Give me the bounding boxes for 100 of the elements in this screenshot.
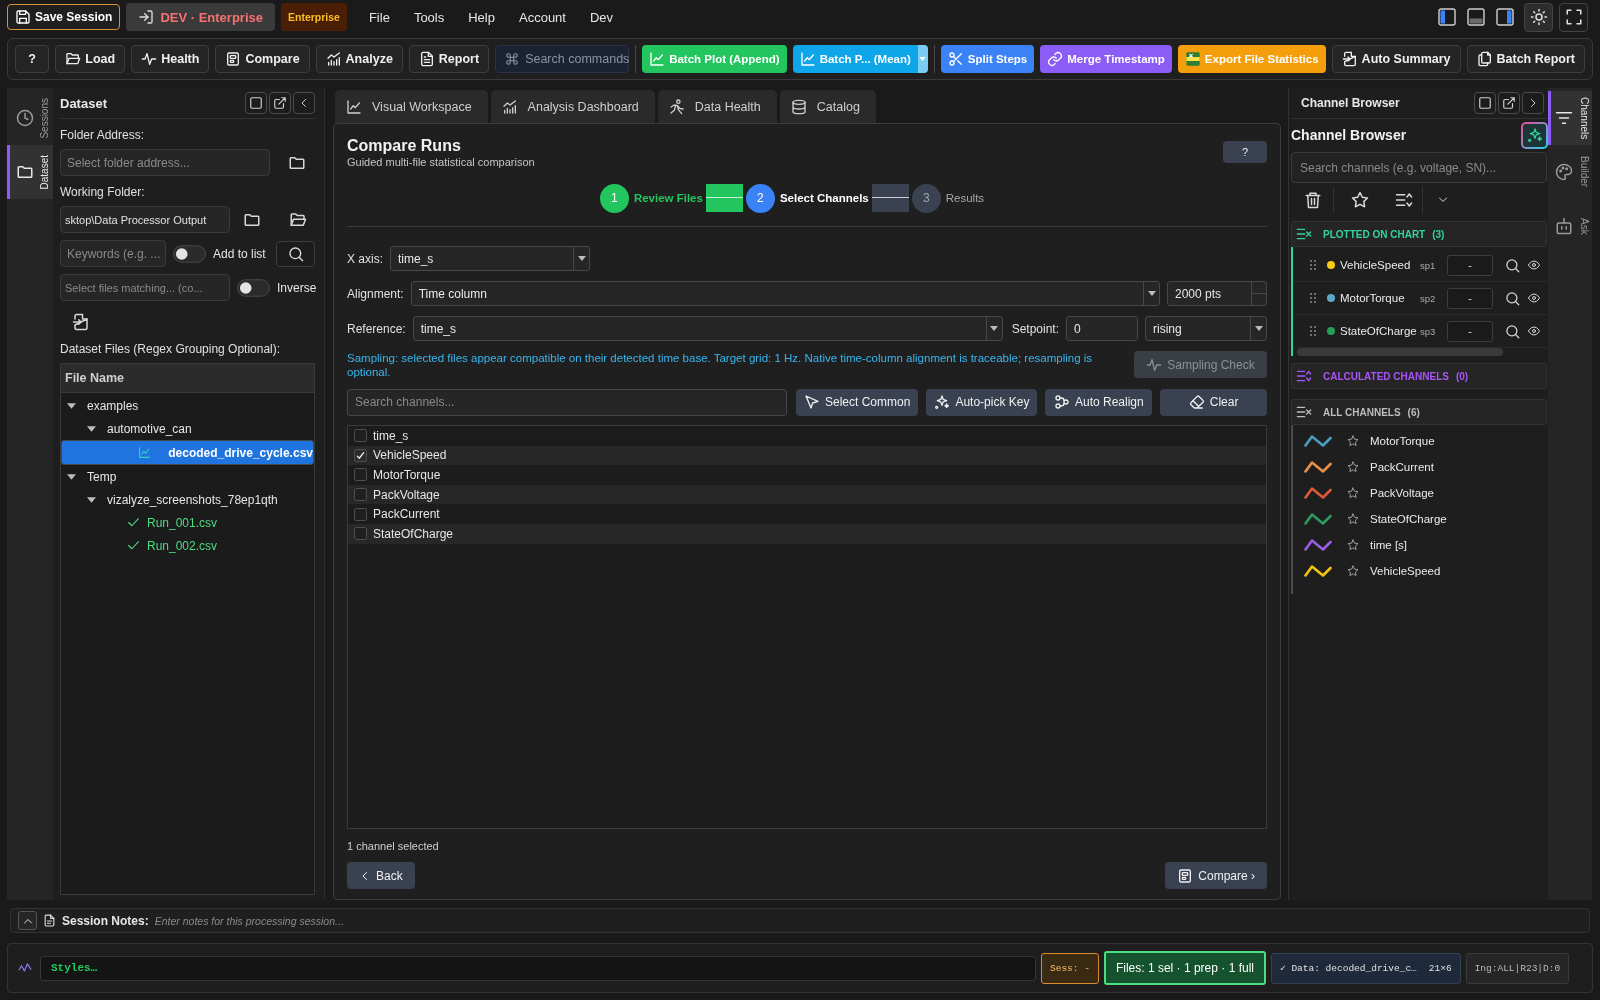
fullscreen-button[interactable]	[1559, 2, 1588, 32]
tab[interactable]: Analysis Dashboard	[490, 90, 655, 123]
menu-item[interactable]: File	[356, 4, 402, 30]
maximize-button[interactable]	[1474, 92, 1496, 114]
star-icon[interactable]	[1347, 565, 1359, 577]
checkbox[interactable]	[354, 468, 367, 482]
action-button[interactable]: Select Common	[796, 388, 919, 416]
command-search-field[interactable]: Search commands	[495, 45, 630, 73]
open-folder-button[interactable]	[289, 210, 307, 229]
help-button[interactable]: ?	[1223, 141, 1267, 163]
pop-out-button[interactable]	[269, 92, 291, 114]
star-icon[interactable]	[1347, 513, 1359, 525]
value-field[interactable]: -	[1447, 287, 1493, 309]
file-filter-field[interactable]: Select files matching... (co...	[60, 274, 230, 301]
tab[interactable]: Visual Workspace	[335, 90, 488, 123]
toolbar-button[interactable]: Batch Report	[1466, 45, 1585, 73]
save-session-button[interactable]: Save Session	[7, 4, 121, 30]
visibility-button[interactable]	[1527, 292, 1541, 304]
caret-icon[interactable]	[67, 473, 76, 480]
caret-icon[interactable]	[67, 402, 76, 409]
value-field[interactable]: -	[1447, 320, 1493, 342]
file-tree-item[interactable]: Run_001.csv	[61, 511, 314, 534]
menu-item[interactable]: Dev	[577, 4, 626, 30]
star-icon[interactable]	[1347, 487, 1359, 499]
activity-tab[interactable]: Builder	[1548, 145, 1592, 199]
bottom-panel-toggle[interactable]	[1467, 8, 1485, 26]
visibility-button[interactable]	[1527, 259, 1541, 271]
caret-icon[interactable]	[87, 425, 96, 432]
channel-search-field[interactable]: Search channels (e.g. voltage, SN)...	[1291, 152, 1547, 183]
setpoint-field[interactable]: 0	[1066, 316, 1138, 341]
file-tree-item[interactable]: examples	[61, 394, 314, 417]
action-button[interactable]: Clear	[1160, 388, 1267, 416]
alignment-select[interactable]: Time column	[410, 281, 1160, 306]
edge-select[interactable]: rising	[1145, 316, 1267, 341]
import-button[interactable]	[72, 313, 90, 331]
working-folder-field[interactable]: sktop\Data Processor Output	[60, 206, 230, 233]
activity-tab[interactable]: Channels	[1548, 91, 1592, 145]
toggle-switch[interactable]	[237, 278, 270, 297]
activity-tab[interactable]: Dataset	[7, 145, 53, 199]
menu-item[interactable]: Tools	[401, 4, 457, 30]
toolbar-button[interactable]: Report	[408, 45, 490, 73]
reference-select[interactable]: time_s	[412, 316, 1003, 341]
menu-item[interactable]: Account	[507, 4, 578, 30]
activity-tab[interactable]: Ask	[1548, 199, 1592, 253]
star-icon[interactable]	[1347, 539, 1359, 551]
file-tree-item[interactable]: Temp	[61, 465, 314, 488]
pop-out-button[interactable]	[1498, 92, 1520, 114]
star-icon[interactable]	[1347, 461, 1359, 473]
section-header[interactable]: ALL CHANNELS (6)	[1291, 399, 1547, 425]
search-button[interactable]	[276, 240, 315, 267]
checkbox[interactable]	[354, 507, 367, 521]
file-tree-item[interactable]: decoded_drive_cycle.csv	[61, 440, 314, 465]
visibility-button[interactable]	[1527, 325, 1541, 337]
folder-address-field[interactable]: Select folder address...	[60, 149, 270, 176]
checkbox[interactable]	[354, 488, 367, 502]
toolbar-button[interactable]: Merge Timestamp	[1040, 45, 1172, 73]
dropdown-button[interactable]	[917, 45, 928, 73]
toolbar-button[interactable]: Compare	[215, 45, 310, 73]
tab[interactable]: Catalog	[779, 90, 876, 123]
points-spinbox[interactable]: 2000 pts	[1167, 281, 1267, 306]
toolbar-button[interactable]: Health	[131, 45, 210, 73]
maximize-button[interactable]	[245, 92, 267, 114]
action-button[interactable]: Auto-pick Key	[926, 388, 1038, 416]
drag-handle-icon	[1307, 292, 1319, 304]
section-header[interactable]: CALCULATED CHANNELS (0)	[1291, 363, 1547, 389]
checkbox[interactable]	[354, 429, 367, 443]
section-header[interactable]: PLOTTED ON CHART (3)	[1291, 221, 1547, 247]
file-tree-item[interactable]: vizalyze_screenshots_78ep1qth	[61, 488, 314, 511]
channel-search-field[interactable]: Search channels...	[347, 388, 787, 416]
collapse-button[interactable]	[18, 911, 37, 930]
caret-icon[interactable]	[87, 496, 96, 503]
toolbar-button[interactable]: Auto Summary	[1331, 45, 1461, 73]
checkbox[interactable]	[354, 527, 367, 541]
console-field[interactable]: Styles…	[40, 955, 1036, 981]
toolbar-button[interactable]: Split Steps	[940, 45, 1035, 73]
star-icon[interactable]	[1347, 435, 1359, 447]
activity-tab[interactable]: Sessions	[7, 91, 53, 145]
toolbar-button[interactable]: Load	[55, 45, 126, 73]
keywords-field[interactable]: Keywords (e.g. ...	[60, 240, 166, 267]
action-button[interactable]: Auto Realign	[1045, 388, 1153, 416]
theme-button[interactable]	[1524, 2, 1553, 32]
toolbar-button[interactable]: Analyze	[315, 45, 403, 73]
ai-button[interactable]	[1521, 121, 1548, 149]
value-field[interactable]: -	[1447, 254, 1493, 276]
checkbox[interactable]	[354, 448, 367, 462]
toggle-switch[interactable]	[173, 244, 206, 263]
x-axis-select[interactable]: time_s	[390, 246, 590, 271]
file-tree-item[interactable]: automotive_can	[61, 417, 314, 440]
compare-button[interactable]: Compare ›	[1165, 862, 1267, 889]
left-panel-toggle[interactable]	[1438, 8, 1456, 26]
notes-field[interactable]: Enter notes for this processing session...	[154, 909, 1589, 932]
back-button[interactable]: Back	[347, 862, 415, 889]
help-button[interactable]: ?	[15, 45, 50, 73]
list-icon	[1296, 226, 1312, 242]
tab[interactable]: Data Health	[657, 90, 777, 123]
menu-item[interactable]: Help	[456, 4, 507, 30]
file-tree-item[interactable]: Run_002.csv	[61, 534, 314, 557]
scrollbar[interactable]	[1297, 348, 1503, 356]
profile-button[interactable]: DEV · Enterprise	[126, 3, 275, 31]
right-panel-toggle[interactable]	[1496, 8, 1514, 26]
